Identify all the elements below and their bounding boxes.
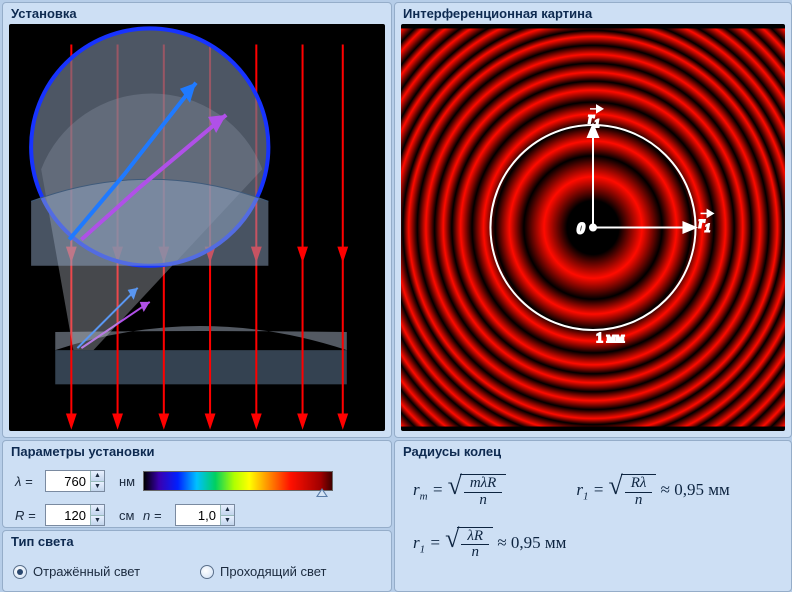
panel-pattern-title: Интерференционная картина — [395, 3, 791, 24]
radii-body: rm = √mλRn r1 = √Rλn ≈ 0,95 мм r1 = √λRn… — [395, 462, 791, 591]
n-label: n = — [143, 508, 171, 523]
n-step-arrows[interactable]: ▲▼ — [220, 505, 234, 525]
lambda-unit: нм — [119, 474, 139, 489]
wavelength-spectrum-slider[interactable] — [143, 471, 333, 491]
R-label: R = — [15, 508, 41, 523]
panel-setup-title: Установка — [3, 3, 391, 24]
setup-canvas-container — [9, 24, 385, 431]
R-unit: см — [119, 508, 139, 523]
setup-diagram — [9, 24, 385, 431]
up-arrow-icon: ▲ — [91, 471, 104, 482]
panel-light-type: Тип света Отражённый свет Проходящий све… — [2, 530, 392, 592]
spectrum-bar — [143, 471, 333, 491]
panel-radii-title: Радиусы колец — [395, 441, 791, 462]
R-input[interactable] — [46, 505, 90, 525]
pattern-canvas-container: 0 r1 r1 1 мм — [401, 24, 785, 431]
light-body: Отражённый свет Проходящий свет — [3, 552, 391, 591]
formula-r1-short: r1 = √Rλn ≈ 0,95 мм — [576, 474, 729, 509]
n-spinner[interactable]: ▲▼ — [175, 504, 235, 526]
radio-dot-icon — [200, 565, 214, 579]
lambda-input[interactable] — [46, 471, 90, 491]
lambda-spinner[interactable]: ▲▼ — [45, 470, 105, 492]
radio-reflected[interactable]: Отражённый свет — [13, 564, 140, 579]
params-body: λ = ▲▼ нм R = ▲▼ см n = ▲▼ — [3, 462, 391, 528]
down-arrow-icon: ▼ — [91, 516, 104, 526]
radio-transmitted-label: Проходящий свет — [220, 564, 326, 579]
scale-label: 1 мм — [596, 330, 624, 346]
newton-rings: 0 r1 r1 1 мм — [401, 24, 785, 431]
n-input[interactable] — [176, 505, 220, 525]
panel-pattern: Интерференционная картина — [394, 2, 792, 438]
R-spinner[interactable]: ▲▼ — [45, 504, 105, 526]
panel-light-title: Тип света — [3, 531, 391, 552]
radio-dot-icon — [13, 565, 27, 579]
up-arrow-icon: ▲ — [221, 505, 234, 516]
radio-transmitted[interactable]: Проходящий свет — [200, 564, 326, 579]
down-arrow-icon: ▼ — [221, 516, 234, 526]
spectrum-thumb[interactable] — [316, 488, 328, 497]
radio-reflected-label: Отражённый свет — [33, 564, 140, 579]
formula-r1-long: r1 = √λRn ≈ 0,95 мм — [413, 533, 566, 552]
up-arrow-icon: ▲ — [91, 505, 104, 516]
panel-params-title: Параметры установки — [3, 441, 391, 462]
loupe — [31, 28, 268, 265]
lambda-step-arrows[interactable]: ▲▼ — [90, 471, 104, 491]
panel-radii: Радиусы колец rm = √mλRn r1 = √Rλn ≈ 0,9… — [394, 440, 792, 592]
lambda-label: λ = — [15, 474, 41, 489]
R-step-arrows[interactable]: ▲▼ — [90, 505, 104, 525]
panel-setup: Установка — [2, 2, 392, 438]
down-arrow-icon: ▼ — [91, 482, 104, 492]
origin-label: 0 — [577, 221, 585, 238]
panel-params: Параметры установки λ = ▲▼ нм R = ▲▼ см … — [2, 440, 392, 528]
formula-rm: rm = √mλRn — [413, 474, 506, 509]
